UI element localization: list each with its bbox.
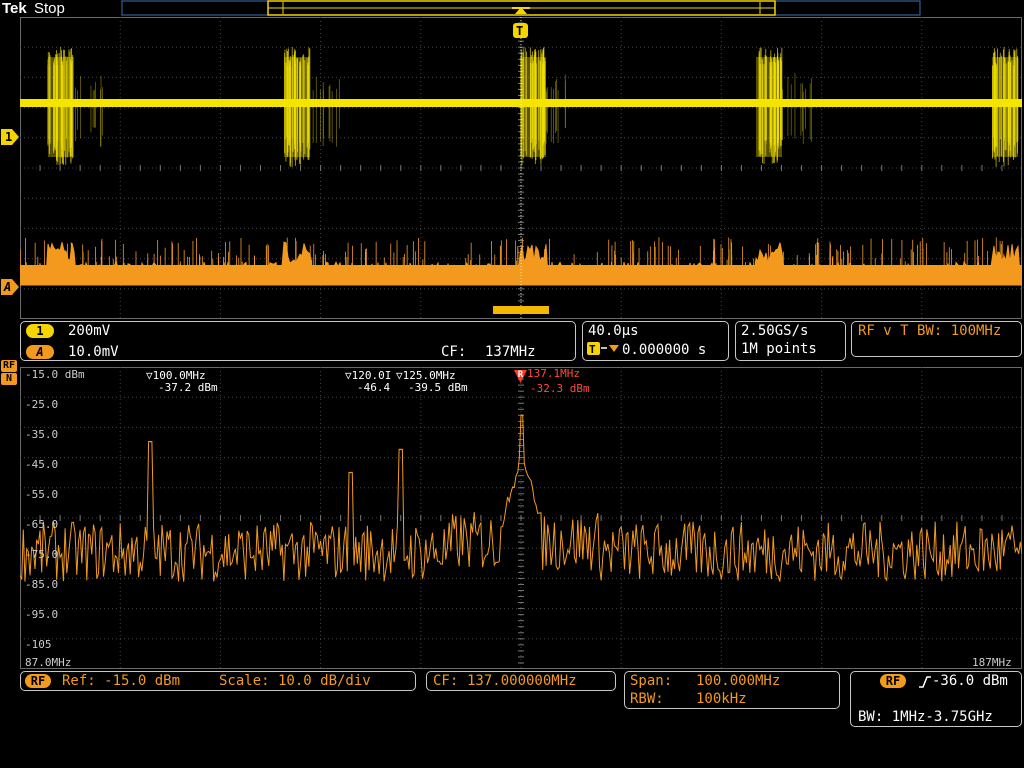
rf-trigger-badge[interactable]: RF [880,674,906,688]
rbw-label: RBW: [630,691,664,707]
svg-text:T: T [516,24,523,38]
rf-bandwidth: BW: 1MHz-3.75GHz [858,709,993,725]
vertical-scale: Scale: 10.0 dB/div [219,673,371,689]
spectrum-trace [20,414,1022,582]
math-cf-value: 137MHz [485,344,536,360]
marker-3-level: -39.5 dBm [408,381,468,394]
ch1-badge[interactable]: 1 [26,324,54,338]
sample-rate: 2.50GS/s [741,323,809,339]
y-tick-label: -45.0 [25,458,59,471]
y-tick-label: -75.0 [25,548,59,561]
y-tick-label: -35.0 [25,428,59,441]
rf-vs-time-bw: RF v T BW: 100MHz [858,323,1002,339]
trigger-delay-icon: T [587,342,619,356]
y-tick-label: -85.0 [25,578,59,591]
center-frequency-value: 137.000000MHz [467,673,577,689]
trigger-position: 0.000000 s [622,342,707,358]
y-tick-label: -65.0 [25,518,59,531]
trigger-position-marker[interactable]: T [512,22,530,40]
marker-2[interactable]: ▽120.0I -46.4 [345,370,391,394]
rf-bottom-badge[interactable]: RF [25,674,51,688]
y-tick-label: -25.0 [25,398,59,411]
math-badge[interactable]: A [26,345,54,359]
ch1-offset-marker[interactable]: 1 [0,128,20,146]
reference-marker[interactable]: R 137.1MHz -32.3 dBm [514,368,590,395]
span-label: Span: [630,673,673,689]
span-value: 100.000MHz [696,673,781,689]
svg-text:T: T [589,343,596,356]
spectrum-graticule[interactable] [20,367,1022,669]
svg-text:1: 1 [5,130,12,144]
record-length: 1M points [741,341,817,357]
reference-marker-freq: 137.1MHz [527,367,580,380]
math-cf-label: CF: [441,344,467,360]
spectrum-time-indicator [493,306,549,314]
svg-text:A: A [3,280,11,294]
marker-3[interactable]: ▽125.0MHz -39.5 dBm [396,370,468,394]
rf-badge-label: RF [1,360,17,372]
marker-1-level: -37.2 dBm [158,381,218,394]
marker-1[interactable]: ▽100.0MHz -37.2 dBm [146,370,218,394]
center-frequency-label: CF: [433,673,459,689]
time-domain-graticule[interactable] [20,17,1022,319]
y-tick-label: -95.0 [25,608,59,621]
math-scale: 10.0mV [68,344,119,360]
horizontal-scale: 40.0µs [588,323,639,339]
rf-amplitude-waveform [20,237,1022,286]
y-tick-label: -15.0 dBm [25,368,85,381]
stop-frequency: 187MHz [972,656,1012,669]
start-frequency: 87.0MHz [25,656,72,669]
reference-level: Ref: -15.0 dBm [62,673,181,689]
reference-marker-level: -32.3 dBm [530,382,590,395]
math-offset-marker[interactable]: A [0,278,20,296]
y-tick-label: -105 [25,638,52,651]
rf-trigger-level: -36.0 dBm [932,673,1008,689]
rf-detection-label: N [1,373,17,385]
rf-spectrum-badge[interactable]: RF N [1,360,17,386]
rising-edge-icon [919,676,931,688]
marker-2-level: -46.4 [357,381,391,394]
y-tick-label: -55.0 [25,488,59,501]
ch1-scale: 200mV [68,323,111,339]
rbw-value: 100kHz [696,691,747,707]
